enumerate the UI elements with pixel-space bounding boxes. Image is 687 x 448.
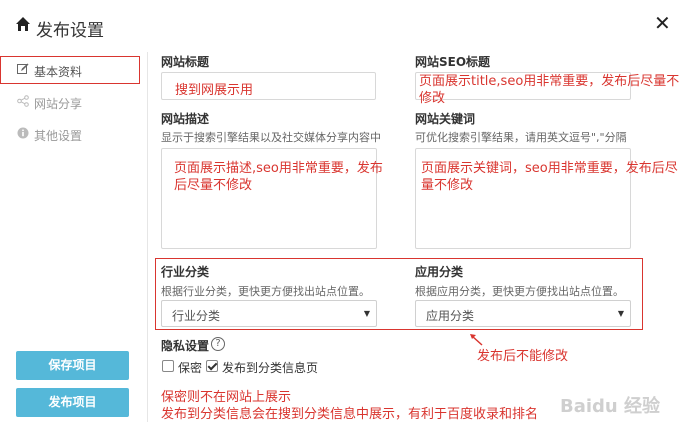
close-icon[interactable]: ✕ xyxy=(654,13,671,33)
keywords-value: 页面展示关键词，seo用非常重要，发布后尽量不修改 xyxy=(421,161,678,193)
publish-project-button[interactable]: 发布项目 xyxy=(16,388,129,417)
industry-label: 行业分类 xyxy=(161,265,210,279)
chevron-down-icon: ▼ xyxy=(363,309,370,318)
description-value: 页面展示描述,seo用非常重要，发布后尽量不修改 xyxy=(174,161,383,193)
description-label: 网站描述 xyxy=(161,112,210,126)
dialog-title: 发布设置 xyxy=(36,21,104,41)
keywords-textarea[interactable]: 页面展示关键词，seo用非常重要，发布后尽量不修改 xyxy=(415,148,678,249)
industry-hint: 根据行业分类，更快更方便找出站点位置。 xyxy=(161,285,370,298)
watermark: Baidu 经验 xyxy=(560,396,661,417)
sidebar-item-label: 网站分享 xyxy=(34,97,83,111)
sidebar-item-basic-info[interactable]: 基本资料 xyxy=(0,56,140,84)
industry-select[interactable]: 行业分类 ▼ xyxy=(161,300,377,327)
save-project-button[interactable]: 保存项目 xyxy=(16,351,129,380)
no-modify-annotation: 发布后不能修改 xyxy=(477,349,569,364)
seo-title-input[interactable]: 页面展示title,seo用非常重要，发布后尽量不修改 xyxy=(415,72,679,106)
dialog-header: 发布设置 ✕ xyxy=(0,0,687,52)
application-select[interactable]: 应用分类 ▼ xyxy=(415,300,631,327)
category-annotation: 发布到分类信息会在搜到分类信息中展示，有利于百度收录和排名 xyxy=(161,407,539,422)
help-icon[interactable]: ? xyxy=(211,337,225,351)
sidebar-item-site-share[interactable]: 网站分享 xyxy=(0,88,140,116)
site-title-value: 搜到网展示用 xyxy=(175,83,254,98)
sidebar-divider xyxy=(147,52,148,422)
application-hint: 根据应用分类，更快更方便找出站点位置。 xyxy=(415,285,624,298)
home-icon xyxy=(16,17,30,31)
share-icon xyxy=(17,95,29,107)
site-title-label: 网站标题 xyxy=(161,55,210,69)
secret-checkbox[interactable] xyxy=(162,360,174,372)
application-label: 应用分类 xyxy=(415,265,464,279)
seo-title-value: 页面展示title,seo用非常重要，发布后尽量不修改 xyxy=(419,74,680,106)
sidebar-item-label: 其他设置 xyxy=(34,129,83,143)
sidebar-item-other-settings[interactable]: 其他设置 xyxy=(0,120,140,148)
description-hint: 显示于搜索引擎结果以及社交媒体分享内容中 xyxy=(161,131,381,144)
publish-category-checkbox[interactable] xyxy=(206,360,218,372)
description-textarea[interactable]: 页面展示描述,seo用非常重要，发布后尽量不修改 xyxy=(161,148,383,249)
industry-select-value: 行业分类 xyxy=(172,309,221,323)
secret-checkbox-label: 保密 xyxy=(178,361,203,375)
info-icon xyxy=(17,127,29,139)
chevron-down-icon: ▼ xyxy=(617,309,624,318)
privacy-label: 隐私设置 xyxy=(161,339,210,353)
keywords-label: 网站关键词 xyxy=(415,112,476,126)
keywords-hint: 可优化搜索引擎结果，请用英文逗号","分隔 xyxy=(415,131,627,144)
publish-category-checkbox-label: 发布到分类信息页 xyxy=(222,361,319,375)
site-title-input[interactable]: 搜到网展示用 xyxy=(161,72,376,100)
application-select-value: 应用分类 xyxy=(426,309,475,323)
edit-icon xyxy=(17,63,29,74)
annotation-arrow-icon xyxy=(470,334,483,346)
seo-title-label: 网站SEO标题 xyxy=(415,55,491,69)
sidebar-item-label: 基本资料 xyxy=(34,65,83,79)
